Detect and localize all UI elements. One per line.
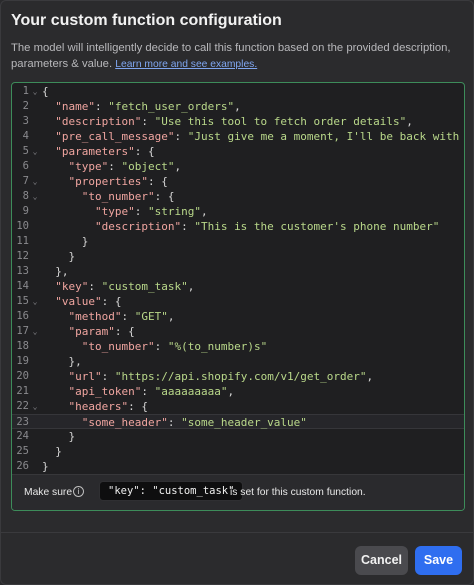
- code-line[interactable]: 11 }: [12, 234, 464, 249]
- line-number: 13: [16, 265, 29, 277]
- code-lines[interactable]: 1 ⌄{2 "name": "fetch_user_orders", 3 "desc…: [12, 84, 464, 474]
- code-line[interactable]: 9 "type": "string",: [12, 204, 464, 219]
- line-number: 18: [16, 340, 29, 352]
- line-number: 7: [22, 175, 29, 187]
- code-line[interactable]: 4 "pre_call_message": "Just give me a mo…: [12, 129, 464, 144]
- code-text: "description": "This is the customer's p…: [94, 220, 440, 233]
- code-line[interactable]: 20 "url": "https://api.shopify.com/v1/ge…: [12, 369, 464, 384]
- chevron-down-icon[interactable]: ⌄: [31, 324, 39, 339]
- code-text: {: [42, 85, 49, 98]
- line-number: 26: [16, 460, 29, 472]
- code-line[interactable]: 19 },: [12, 354, 464, 369]
- code-line[interactable]: 22 ⌄ "headers": {: [12, 399, 464, 414]
- line-number: 19: [16, 355, 29, 367]
- code-line[interactable]: 14 "key": "custom_task",: [12, 279, 464, 294]
- code-line[interactable]: 5 ⌄ "parameters": {: [12, 144, 464, 159]
- line-number: 9: [22, 205, 29, 217]
- code-text: },: [42, 355, 82, 368]
- code-line[interactable]: 18 "to_number": "%(to_number)s": [12, 339, 464, 354]
- code-text: "method": "GET",: [68, 310, 175, 323]
- line-number: 12: [16, 250, 29, 262]
- code-text: "type": "object",: [68, 160, 182, 173]
- code-text: "value": {: [55, 295, 122, 308]
- info-icon: i: [73, 486, 84, 497]
- code-line[interactable]: 1 ⌄{: [12, 84, 464, 99]
- line-number: 2: [22, 100, 29, 112]
- code-line[interactable]: 17 ⌄ "param": {: [12, 324, 464, 339]
- code-editor[interactable]: 1 ⌄{2 "name": "fetch_user_orders", 3 "desc…: [11, 82, 465, 511]
- line-number: 1: [22, 85, 29, 97]
- line-number: 15: [16, 295, 29, 307]
- code-line[interactable]: 26}: [12, 459, 464, 474]
- learn-more-link[interactable]: Learn more and see examples.: [115, 59, 257, 70]
- code-line[interactable]: 10 "description": "This is the customer'…: [12, 219, 464, 234]
- code-line[interactable]: 8 ⌄ "to_number": {: [12, 189, 464, 204]
- chevron-down-icon[interactable]: ⌄: [31, 84, 39, 99]
- code-line[interactable]: 13 },: [12, 264, 464, 279]
- code-text: }: [42, 445, 62, 458]
- code-text: }: [42, 430, 76, 443]
- line-number: 4: [22, 130, 29, 142]
- code-line[interactable]: 15 ⌄ "value": {: [12, 294, 464, 309]
- line-number: 21: [16, 385, 29, 397]
- chevron-down-icon[interactable]: ⌄: [31, 294, 39, 309]
- line-number: 10: [16, 220, 29, 232]
- code-text: }: [42, 460, 49, 473]
- code-text: "param": {: [68, 325, 135, 338]
- line-number: 20: [16, 370, 29, 382]
- code-text: "parameters": {: [55, 145, 155, 158]
- line-number: 24: [16, 430, 29, 442]
- line-number: 17: [16, 325, 29, 337]
- code-text: "properties": {: [68, 175, 168, 188]
- line-number: 23: [16, 416, 29, 428]
- code-text: "key": "custom_task",: [55, 280, 195, 293]
- dialog-title: Your custom function configuration: [11, 12, 282, 29]
- chevron-down-icon[interactable]: ⌄: [31, 144, 39, 159]
- code-text: "headers": {: [68, 400, 148, 413]
- code-line[interactable]: 12 }: [12, 249, 464, 264]
- code-text: }: [42, 250, 76, 263]
- line-number: 11: [16, 235, 29, 247]
- code-text: },: [42, 265, 69, 278]
- code-text: "type": "string",: [94, 205, 208, 218]
- code-text: "to_number": {: [81, 190, 175, 203]
- code-text: "description": "Use this tool to fetch o…: [55, 115, 413, 128]
- line-number: 14: [16, 280, 29, 292]
- line-number: 6: [22, 160, 29, 172]
- code-line[interactable]: 25 }: [12, 444, 464, 459]
- footer-divider: [1, 532, 473, 533]
- code-text: "some_header": "some_header_value": [81, 416, 307, 429]
- function-config-dialog: Your custom function configuration The m…: [0, 0, 474, 585]
- code-line[interactable]: 3 "description": "Use this tool to fetch…: [12, 114, 464, 129]
- code-text: }: [42, 235, 89, 248]
- code-text: "name": "fetch_user_orders",: [55, 100, 241, 113]
- code-text: "url": "https://api.shopify.com/v1/get_o…: [68, 370, 374, 383]
- line-number: 8: [22, 190, 29, 202]
- line-number: 16: [16, 310, 29, 322]
- note-suffix: is set for this custom function.: [230, 487, 366, 498]
- line-number: 22: [16, 400, 29, 412]
- save-button[interactable]: Save: [415, 546, 462, 575]
- code-line[interactable]: 7 ⌄ "properties": {: [12, 174, 464, 189]
- chevron-down-icon[interactable]: ⌄: [31, 174, 39, 189]
- line-number: 5: [22, 145, 29, 157]
- code-text: "api_token": "aaaaaaaaa",: [68, 385, 235, 398]
- code-line[interactable]: 6 "type": "object",: [12, 159, 464, 174]
- note-prefix: Make sure: [24, 487, 73, 498]
- chevron-down-icon[interactable]: ⌄: [31, 189, 39, 204]
- code-line[interactable]: 24 }: [12, 429, 464, 444]
- line-number: 25: [16, 445, 29, 457]
- chevron-down-icon[interactable]: ⌄: [31, 399, 39, 414]
- code-text: "pre_call_message": "Just give me a mome…: [55, 130, 465, 143]
- code-line[interactable]: 2 "name": "fetch_user_orders",: [12, 99, 464, 114]
- code-line[interactable]: 21 "api_token": "aaaaaaaaa",: [12, 384, 464, 399]
- code-text: "to_number": "%(to_number)s": [81, 340, 268, 353]
- line-number: 3: [22, 115, 29, 127]
- dialog-description: The model will intelligently decide to c…: [11, 40, 466, 73]
- code-line[interactable]: 16 "method": "GET",: [12, 309, 464, 324]
- code-line[interactable]: 23 "some_header": "some_header_value": [12, 414, 464, 429]
- cancel-button[interactable]: Cancel: [355, 546, 408, 575]
- key-note: Make sure i "key": "custom_task" is set …: [12, 474, 464, 510]
- note-key-code: "key": "custom_task": [99, 481, 244, 501]
